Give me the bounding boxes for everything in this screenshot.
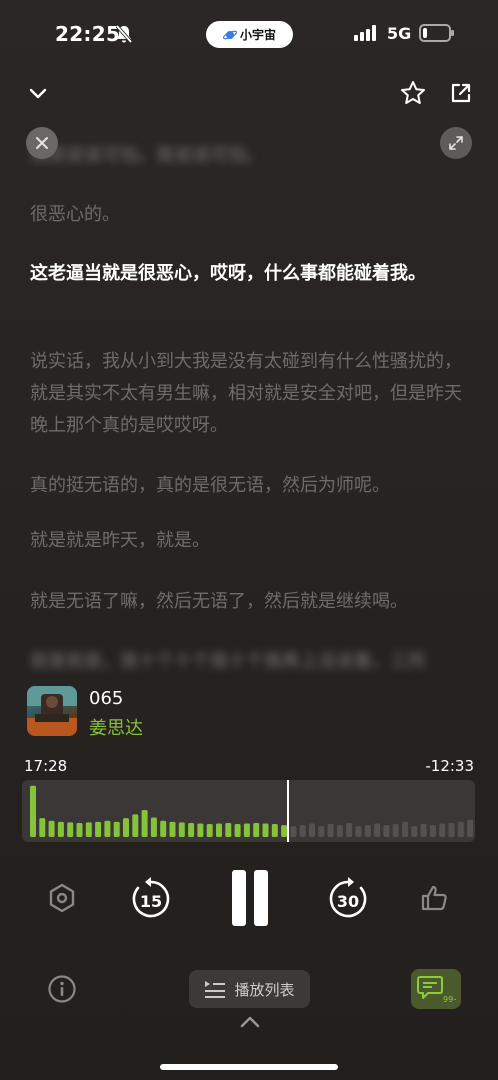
transcript-paragraph[interactable]: 我就说说可怕。我说说可怕。	[30, 140, 264, 172]
waveform-bar	[420, 824, 427, 837]
waveform-bar	[160, 820, 167, 837]
waveform-bar	[392, 824, 399, 837]
settings-hexagon-icon[interactable]	[44, 880, 80, 916]
waveform-bar	[448, 822, 455, 837]
waveform-bar	[299, 825, 306, 837]
waveform-bar	[104, 820, 111, 837]
close-icon	[36, 137, 48, 149]
rewind-seconds: 15	[139, 891, 163, 911]
waveform-bar	[346, 822, 353, 837]
waveform-bar	[95, 821, 102, 837]
waveform-bar	[467, 819, 474, 837]
battery-icon	[419, 24, 454, 42]
waveform-bar	[188, 822, 195, 837]
waveform-bar	[374, 823, 381, 837]
expand-transcript-button[interactable]	[440, 127, 472, 159]
rewind-15-button[interactable]: 15	[128, 876, 174, 922]
comments-button[interactable]: 99+	[411, 969, 461, 1009]
bell-mute-icon	[115, 24, 133, 44]
comment-icon: 99+	[417, 976, 456, 1004]
waveform-bar	[67, 822, 74, 837]
app-pill-label: 小宇宙	[239, 28, 276, 42]
expand-up-chevron-icon[interactable]	[238, 1012, 262, 1032]
transcript-paragraph[interactable]: 很恶心的。	[30, 199, 120, 231]
waveform-scrubber[interactable]	[22, 780, 475, 842]
waveform-bar	[364, 825, 371, 837]
home-indicator[interactable]	[160, 1064, 338, 1070]
waveform-bar	[113, 821, 120, 837]
playlist-button[interactable]: 播放列表	[189, 970, 310, 1008]
waveform-bar	[225, 822, 232, 837]
waveform-bar	[234, 824, 241, 837]
status-time: 22:25	[55, 22, 121, 46]
remaining-time: -12:33	[425, 757, 474, 775]
waveform-bar	[141, 810, 148, 837]
waveform-bar	[57, 821, 64, 837]
waveform-bar	[253, 822, 260, 837]
waveform-bar	[429, 825, 436, 837]
transcript-paragraph[interactable]: 就是就是，我十个十个我十个我再上没说看，三所	[30, 646, 426, 678]
status-bar: 22:25 小宇宙 5G	[0, 0, 498, 66]
transcript-paragraph[interactable]: 就是就是昨天，就是。	[30, 525, 210, 557]
waveform-bar	[309, 823, 315, 837]
waveform-bar	[30, 785, 36, 837]
waveform-bar	[150, 817, 157, 837]
collapse-chevron-icon[interactable]	[24, 80, 52, 108]
playlist-label: 播放列表	[234, 980, 295, 999]
waveform-bar	[318, 826, 325, 837]
waveform-bar	[206, 824, 213, 837]
waveform-bar	[271, 824, 278, 837]
waveform-bar	[457, 821, 464, 837]
waveform-bar	[132, 814, 139, 837]
waveform-bar	[290, 826, 297, 837]
transcript-paragraph[interactable]: 说实话，我从小到大我是没有太碰到有什么性骚扰的，就是其实不太有男生嘛，相对就是安…	[30, 346, 475, 442]
waveform-bar	[85, 822, 92, 837]
waveform-bar	[336, 825, 343, 837]
waveform-bar	[123, 818, 129, 837]
waveform-bar	[169, 821, 176, 837]
planet-icon	[222, 30, 237, 39]
forward-seconds: 30	[336, 891, 360, 911]
expand-icon	[449, 136, 463, 150]
waveform-bar	[281, 825, 288, 837]
waveform-bar	[327, 824, 334, 837]
network-label: 5G	[387, 24, 412, 43]
waveform-bar	[411, 826, 418, 837]
waveform-bar	[39, 818, 46, 837]
waveform-bar	[178, 822, 185, 837]
transcript-paragraph[interactable]: 就是无语了嘛，然后无语了，然后就是继续喝。	[30, 586, 408, 618]
thumbs-up-icon[interactable]	[417, 881, 451, 915]
playlist-icon	[205, 981, 226, 998]
transcript-paragraph-active[interactable]: 这老逼当就是很恶心，哎呀，什么事都能碰着我。	[30, 258, 426, 290]
playhead[interactable]	[287, 780, 290, 842]
transcript-paragraph[interactable]: 真的挺无语的，真的是很无语，然后为师呢。	[30, 470, 390, 502]
waveform-bar	[76, 822, 83, 837]
info-icon[interactable]	[46, 973, 78, 1005]
episode-cover[interactable]	[27, 686, 77, 736]
waveform-bar	[48, 820, 55, 837]
share-icon[interactable]	[446, 78, 476, 108]
waveform-bar	[262, 823, 269, 837]
signal-icon	[354, 25, 376, 41]
close-transcript-button[interactable]	[26, 127, 58, 159]
waveform-bar	[216, 823, 222, 837]
episode-author[interactable]: 姜思达	[89, 714, 143, 740]
waveform-bar	[402, 821, 408, 837]
waveform-bar	[243, 823, 250, 837]
app-pill[interactable]: 小宇宙	[206, 21, 293, 48]
star-icon[interactable]	[398, 78, 428, 108]
waveform-bar	[439, 823, 446, 837]
waveform-bar	[355, 826, 362, 837]
waveform-bar	[383, 825, 390, 837]
forward-30-button[interactable]: 30	[325, 876, 371, 922]
elapsed-time: 17:28	[24, 757, 68, 775]
pause-button[interactable]	[226, 870, 274, 926]
waveform-bar	[197, 823, 204, 837]
episode-title[interactable]: 065	[89, 688, 123, 709]
comment-badge: 99+	[443, 995, 456, 1004]
